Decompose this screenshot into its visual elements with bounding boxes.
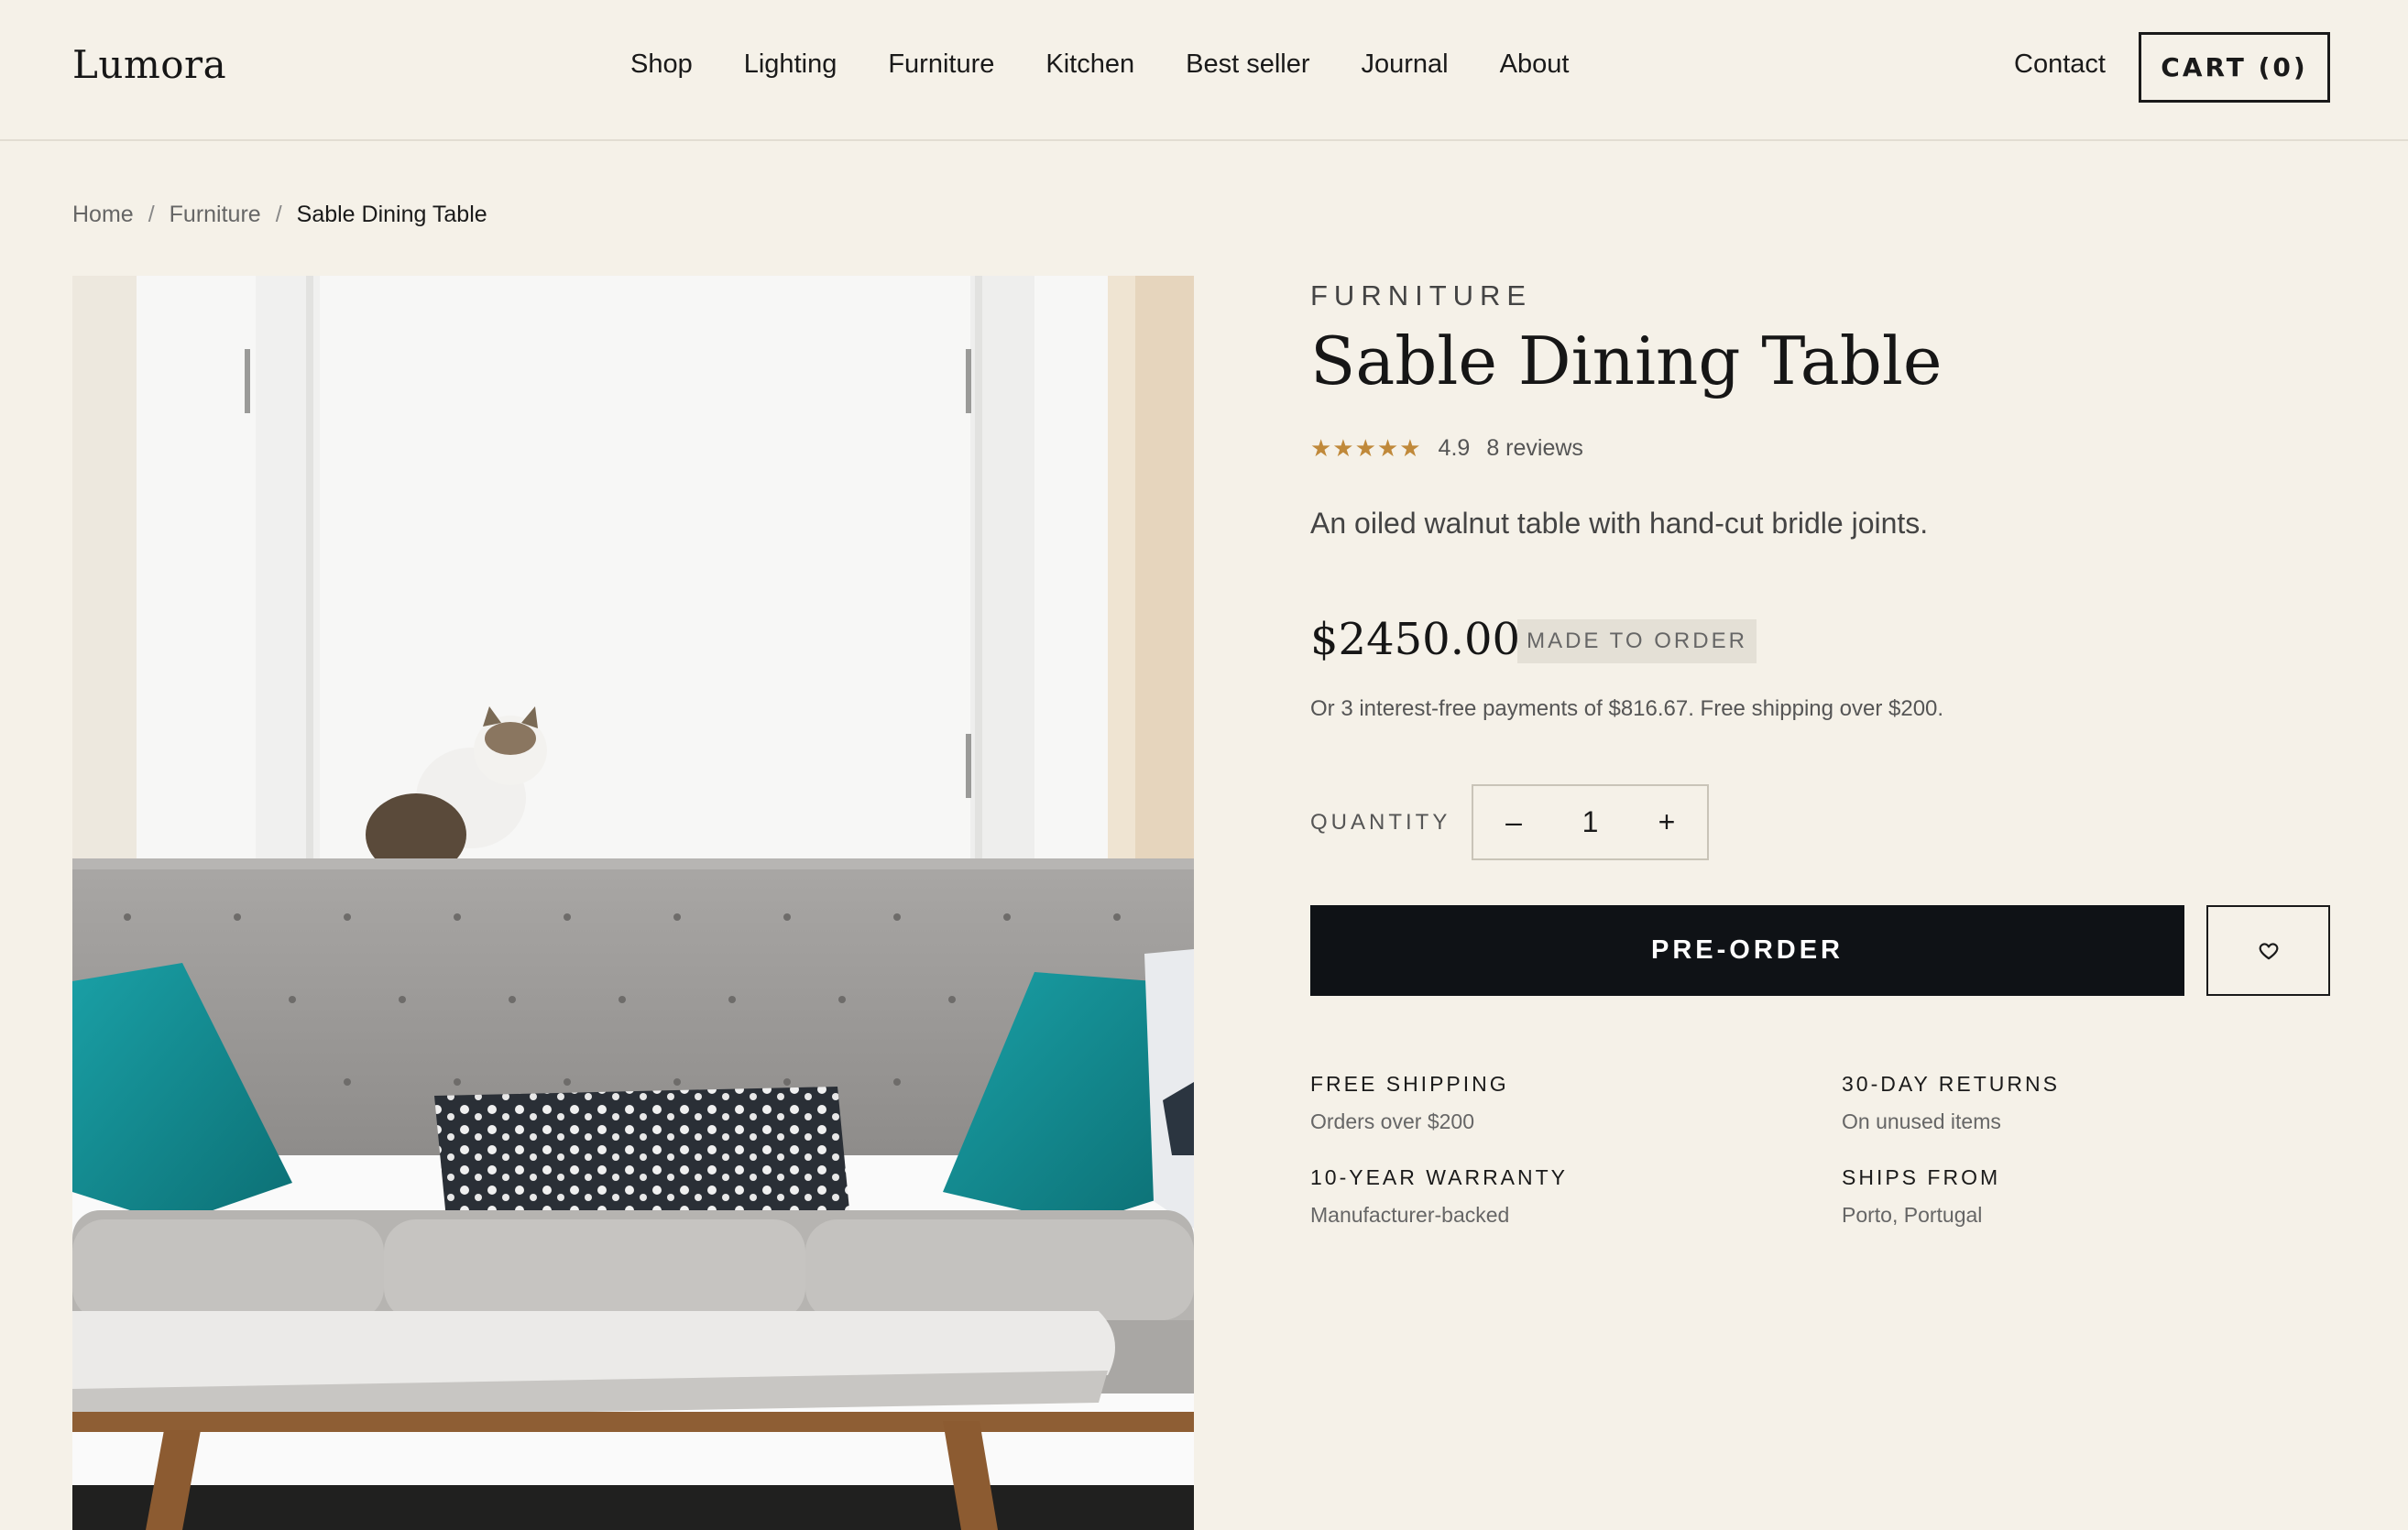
breadcrumb-home[interactable]: Home [72,202,134,228]
feature-ships-from: SHIPS FROM Porto, Portugal [1842,1165,2000,1228]
feature-title: 10-YEAR WARRANTY [1310,1165,1569,1189]
rating-value: 4.9 [1438,435,1471,461]
contact-link[interactable]: Contact [2014,49,2106,80]
feature-warranty: 10-YEAR WARRANTY Manufacturer-backed [1310,1165,1568,1228]
feature-subtitle: On unused items [1842,1109,2001,1133]
breadcrumb-separator: / [148,202,155,227]
nav-about[interactable]: About [1500,49,1570,80]
nav-lighting[interactable]: Lighting [744,49,837,80]
product-rating: ★★★★★ 4.9 8 reviews [1310,434,1583,463]
wishlist-button[interactable] [2206,905,2330,996]
star-rating-icon: ★★★★★ [1310,434,1422,462]
feature-title: FREE SHIPPING [1310,1072,1509,1096]
logo[interactable]: Lumora [72,42,226,87]
breadcrumb-separator: / [275,202,282,227]
feature-subtitle: Porto, Portugal [1842,1203,1983,1227]
nav-kitchen[interactable]: Kitchen [1045,49,1134,80]
site-header: Lumora Shop Lighting Furniture Kitchen B… [0,0,2408,141]
reviews-link[interactable]: 8 reviews [1486,435,1583,462]
quantity-value[interactable]: 1 [1582,805,1599,839]
product-category: FURNITURE [1310,279,1533,311]
nav-best-seller[interactable]: Best seller [1186,49,1309,80]
feature-title: SHIPS FROM [1842,1165,2001,1189]
feature-subtitle: Orders over $200 [1310,1109,1474,1133]
main-nav: Shop Lighting Furniture Kitchen Best sel… [630,49,1620,80]
breadcrumb-current: Sable Dining Table [296,202,487,227]
feature-title: 30-DAY RETURNS [1842,1072,2060,1096]
breadcrumb: Home / Furniture / Sable Dining Table [72,202,487,228]
product-photo-illustration [72,276,1194,1530]
preorder-button[interactable]: PRE-ORDER [1310,905,2184,996]
quantity-increase-button[interactable]: + [1654,805,1680,839]
nav-furniture[interactable]: Furniture [888,49,994,80]
product-tagline: An oiled walnut table with hand-cut brid… [1310,507,1929,540]
quantity-stepper: – 1 + [1472,784,1709,860]
breadcrumb-furniture[interactable]: Furniture [170,202,261,228]
feature-free-shipping: FREE SHIPPING Orders over $200 [1310,1072,1509,1134]
installments-note: Or 3 interest-free payments of $816.67. … [1310,696,1944,721]
status-badge: MADE TO ORDER [1517,619,1757,663]
heart-icon [2259,942,2278,959]
feature-returns: 30-DAY RETURNS On unused items [1842,1072,2060,1134]
quantity-label: QUANTITY [1310,810,1451,835]
nav-shop[interactable]: Shop [630,49,693,80]
product-image[interactable] [72,276,1194,1530]
cart-button[interactable]: CART (0) [2139,32,2330,103]
feature-subtitle: Manufacturer-backed [1310,1203,1510,1227]
nav-journal[interactable]: Journal [1362,49,1449,80]
product-title: Sable Dining Table [1310,322,1943,399]
product-price: $2450.00 [1310,614,1521,665]
quantity-decrease-button[interactable]: – [1501,805,1527,839]
